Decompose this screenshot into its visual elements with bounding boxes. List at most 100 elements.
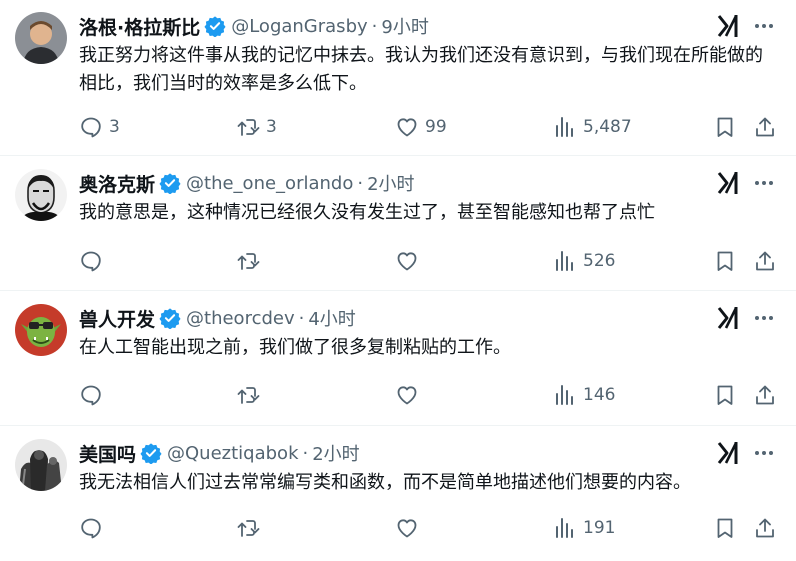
more-icon[interactable] bbox=[752, 12, 776, 40]
bookmark-button[interactable] bbox=[713, 513, 737, 543]
tweet-text: 我无法相信人们过去常常编写类和函数，而不是简单地描述他们想要的内容。 bbox=[79, 472, 691, 493]
like-button[interactable] bbox=[395, 513, 425, 543]
views-icon bbox=[556, 518, 573, 538]
view-count: 191 bbox=[583, 518, 616, 538]
views-button[interactable]: 526 bbox=[553, 246, 615, 276]
like-icon bbox=[397, 118, 417, 137]
timestamp[interactable]: 4小时 bbox=[308, 305, 355, 331]
retweet-icon bbox=[237, 253, 260, 270]
user-handle[interactable]: @theorcdev bbox=[186, 308, 295, 329]
views-button[interactable]: 191 bbox=[553, 513, 615, 543]
tweet-text: 在人工智能出现之前，我们做了很多复制粘贴的工作。 bbox=[79, 337, 511, 358]
share-icon bbox=[756, 251, 774, 271]
share-icon bbox=[756, 518, 774, 538]
bookmark-icon bbox=[717, 385, 733, 405]
reply-button[interactable] bbox=[79, 380, 109, 410]
verified-badge-icon bbox=[159, 307, 181, 329]
tweet-actions: 526 bbox=[79, 246, 789, 276]
display-name[interactable]: 洛根·格拉斯比 bbox=[79, 13, 200, 40]
bookmark-button[interactable] bbox=[713, 112, 737, 142]
more-icon[interactable] bbox=[752, 169, 776, 197]
share-icon bbox=[756, 385, 774, 405]
retweet-icon bbox=[237, 119, 260, 136]
separator-dot: · bbox=[357, 172, 364, 194]
reply-icon bbox=[81, 251, 101, 272]
retweet-icon bbox=[237, 520, 260, 537]
reply-button[interactable] bbox=[79, 513, 109, 543]
verified-badge-icon bbox=[140, 442, 162, 464]
like-button[interactable] bbox=[395, 380, 425, 410]
tweet-2[interactable]: 奥洛克斯 @the_one_orlando · 2小时 我的意思是，这种情况已经… bbox=[0, 157, 796, 291]
like-icon bbox=[397, 252, 417, 271]
views-icon bbox=[556, 251, 573, 271]
bookmark-button[interactable] bbox=[713, 380, 737, 410]
views-icon bbox=[556, 385, 573, 405]
separator-dot: · bbox=[302, 442, 309, 464]
views-button[interactable]: 5,487 bbox=[553, 112, 632, 142]
views-icon bbox=[556, 117, 573, 137]
share-button[interactable] bbox=[753, 380, 777, 410]
reply-count: 3 bbox=[109, 117, 120, 137]
separator-dot: · bbox=[371, 15, 378, 37]
reply-icon bbox=[81, 117, 101, 138]
view-count: 5,487 bbox=[583, 117, 632, 137]
more-icon[interactable] bbox=[752, 439, 776, 467]
more-icon[interactable] bbox=[752, 304, 776, 332]
share-button[interactable] bbox=[753, 246, 777, 276]
tweet-header: 奥洛克斯 @the_one_orlando · 2小时 bbox=[79, 169, 415, 197]
user-handle[interactable]: @LoganGrasby bbox=[231, 16, 367, 37]
retweet-button[interactable]: 3 bbox=[236, 112, 277, 142]
timestamp[interactable]: 9小时 bbox=[381, 13, 428, 39]
user-handle[interactable]: @Queztiqabok bbox=[167, 443, 298, 464]
tweet-text: 我正努力将这件事从我的记忆中抹去。我认为我们还没有意识到，与我们现在所能做的相比… bbox=[79, 45, 763, 94]
verified-badge-icon bbox=[159, 172, 181, 194]
tweet-3[interactable]: 兽人开发 @theorcdev · 4小时 在人工智能出现之前，我们做了很多复制… bbox=[0, 292, 796, 426]
retweet-button[interactable] bbox=[236, 380, 266, 410]
share-button[interactable] bbox=[753, 513, 777, 543]
avatar[interactable] bbox=[15, 169, 67, 221]
retweet-button[interactable] bbox=[236, 246, 266, 276]
grok-icon[interactable] bbox=[716, 12, 742, 40]
like-button[interactable]: 99 bbox=[395, 112, 447, 142]
tweet-4[interactable]: 美国吗 @Queztiqabok · 2小时 我无法相信人们过去常常编写类和函数… bbox=[0, 427, 796, 561]
display-name[interactable]: 兽人开发 bbox=[79, 305, 155, 332]
like-count: 99 bbox=[425, 117, 447, 137]
view-count: 146 bbox=[583, 385, 616, 405]
avatar[interactable] bbox=[15, 439, 67, 491]
user-handle[interactable]: @the_one_orlando bbox=[186, 173, 353, 194]
tweet-actions: 3 3 99 5,487 bbox=[79, 112, 789, 142]
avatar[interactable] bbox=[15, 304, 67, 356]
tweet-header: 兽人开发 @theorcdev · 4小时 bbox=[79, 304, 356, 332]
view-count: 526 bbox=[583, 251, 616, 271]
avatar[interactable] bbox=[15, 12, 67, 64]
display-name[interactable]: 美国吗 bbox=[79, 440, 136, 467]
grok-icon[interactable] bbox=[716, 304, 742, 332]
like-icon bbox=[397, 519, 417, 538]
reply-icon bbox=[81, 518, 101, 539]
grok-icon[interactable] bbox=[716, 169, 742, 197]
tweet-actions: 191 bbox=[79, 513, 789, 543]
tweet-text: 我的意思是，这种情况已经很久没有发生过了，甚至智能感知也帮了点忙 bbox=[79, 202, 655, 223]
timestamp[interactable]: 2小时 bbox=[367, 170, 414, 196]
reply-icon bbox=[81, 385, 101, 406]
tweet-actions: 146 bbox=[79, 380, 789, 410]
share-icon bbox=[756, 117, 774, 137]
share-button[interactable] bbox=[753, 112, 777, 142]
retweet-button[interactable] bbox=[236, 513, 266, 543]
views-button[interactable]: 146 bbox=[553, 380, 615, 410]
like-button[interactable] bbox=[395, 246, 425, 276]
bookmark-icon bbox=[717, 518, 733, 538]
bookmark-button[interactable] bbox=[713, 246, 737, 276]
tweet-header: 美国吗 @Queztiqabok · 2小时 bbox=[79, 439, 360, 467]
timestamp[interactable]: 2小时 bbox=[312, 440, 359, 466]
retweet-icon bbox=[237, 387, 260, 404]
grok-icon[interactable] bbox=[716, 439, 742, 467]
reply-button[interactable] bbox=[79, 246, 109, 276]
like-icon bbox=[397, 386, 417, 405]
verified-badge-icon bbox=[204, 15, 226, 37]
reply-button[interactable]: 3 bbox=[79, 112, 120, 142]
separator-dot: · bbox=[298, 307, 305, 329]
display-name[interactable]: 奥洛克斯 bbox=[79, 170, 155, 197]
bookmark-icon bbox=[717, 117, 733, 137]
tweet-1[interactable]: 洛根·格拉斯比 @LoganGrasby · 9小时 我正努力将这件事从我的记忆… bbox=[0, 0, 796, 156]
